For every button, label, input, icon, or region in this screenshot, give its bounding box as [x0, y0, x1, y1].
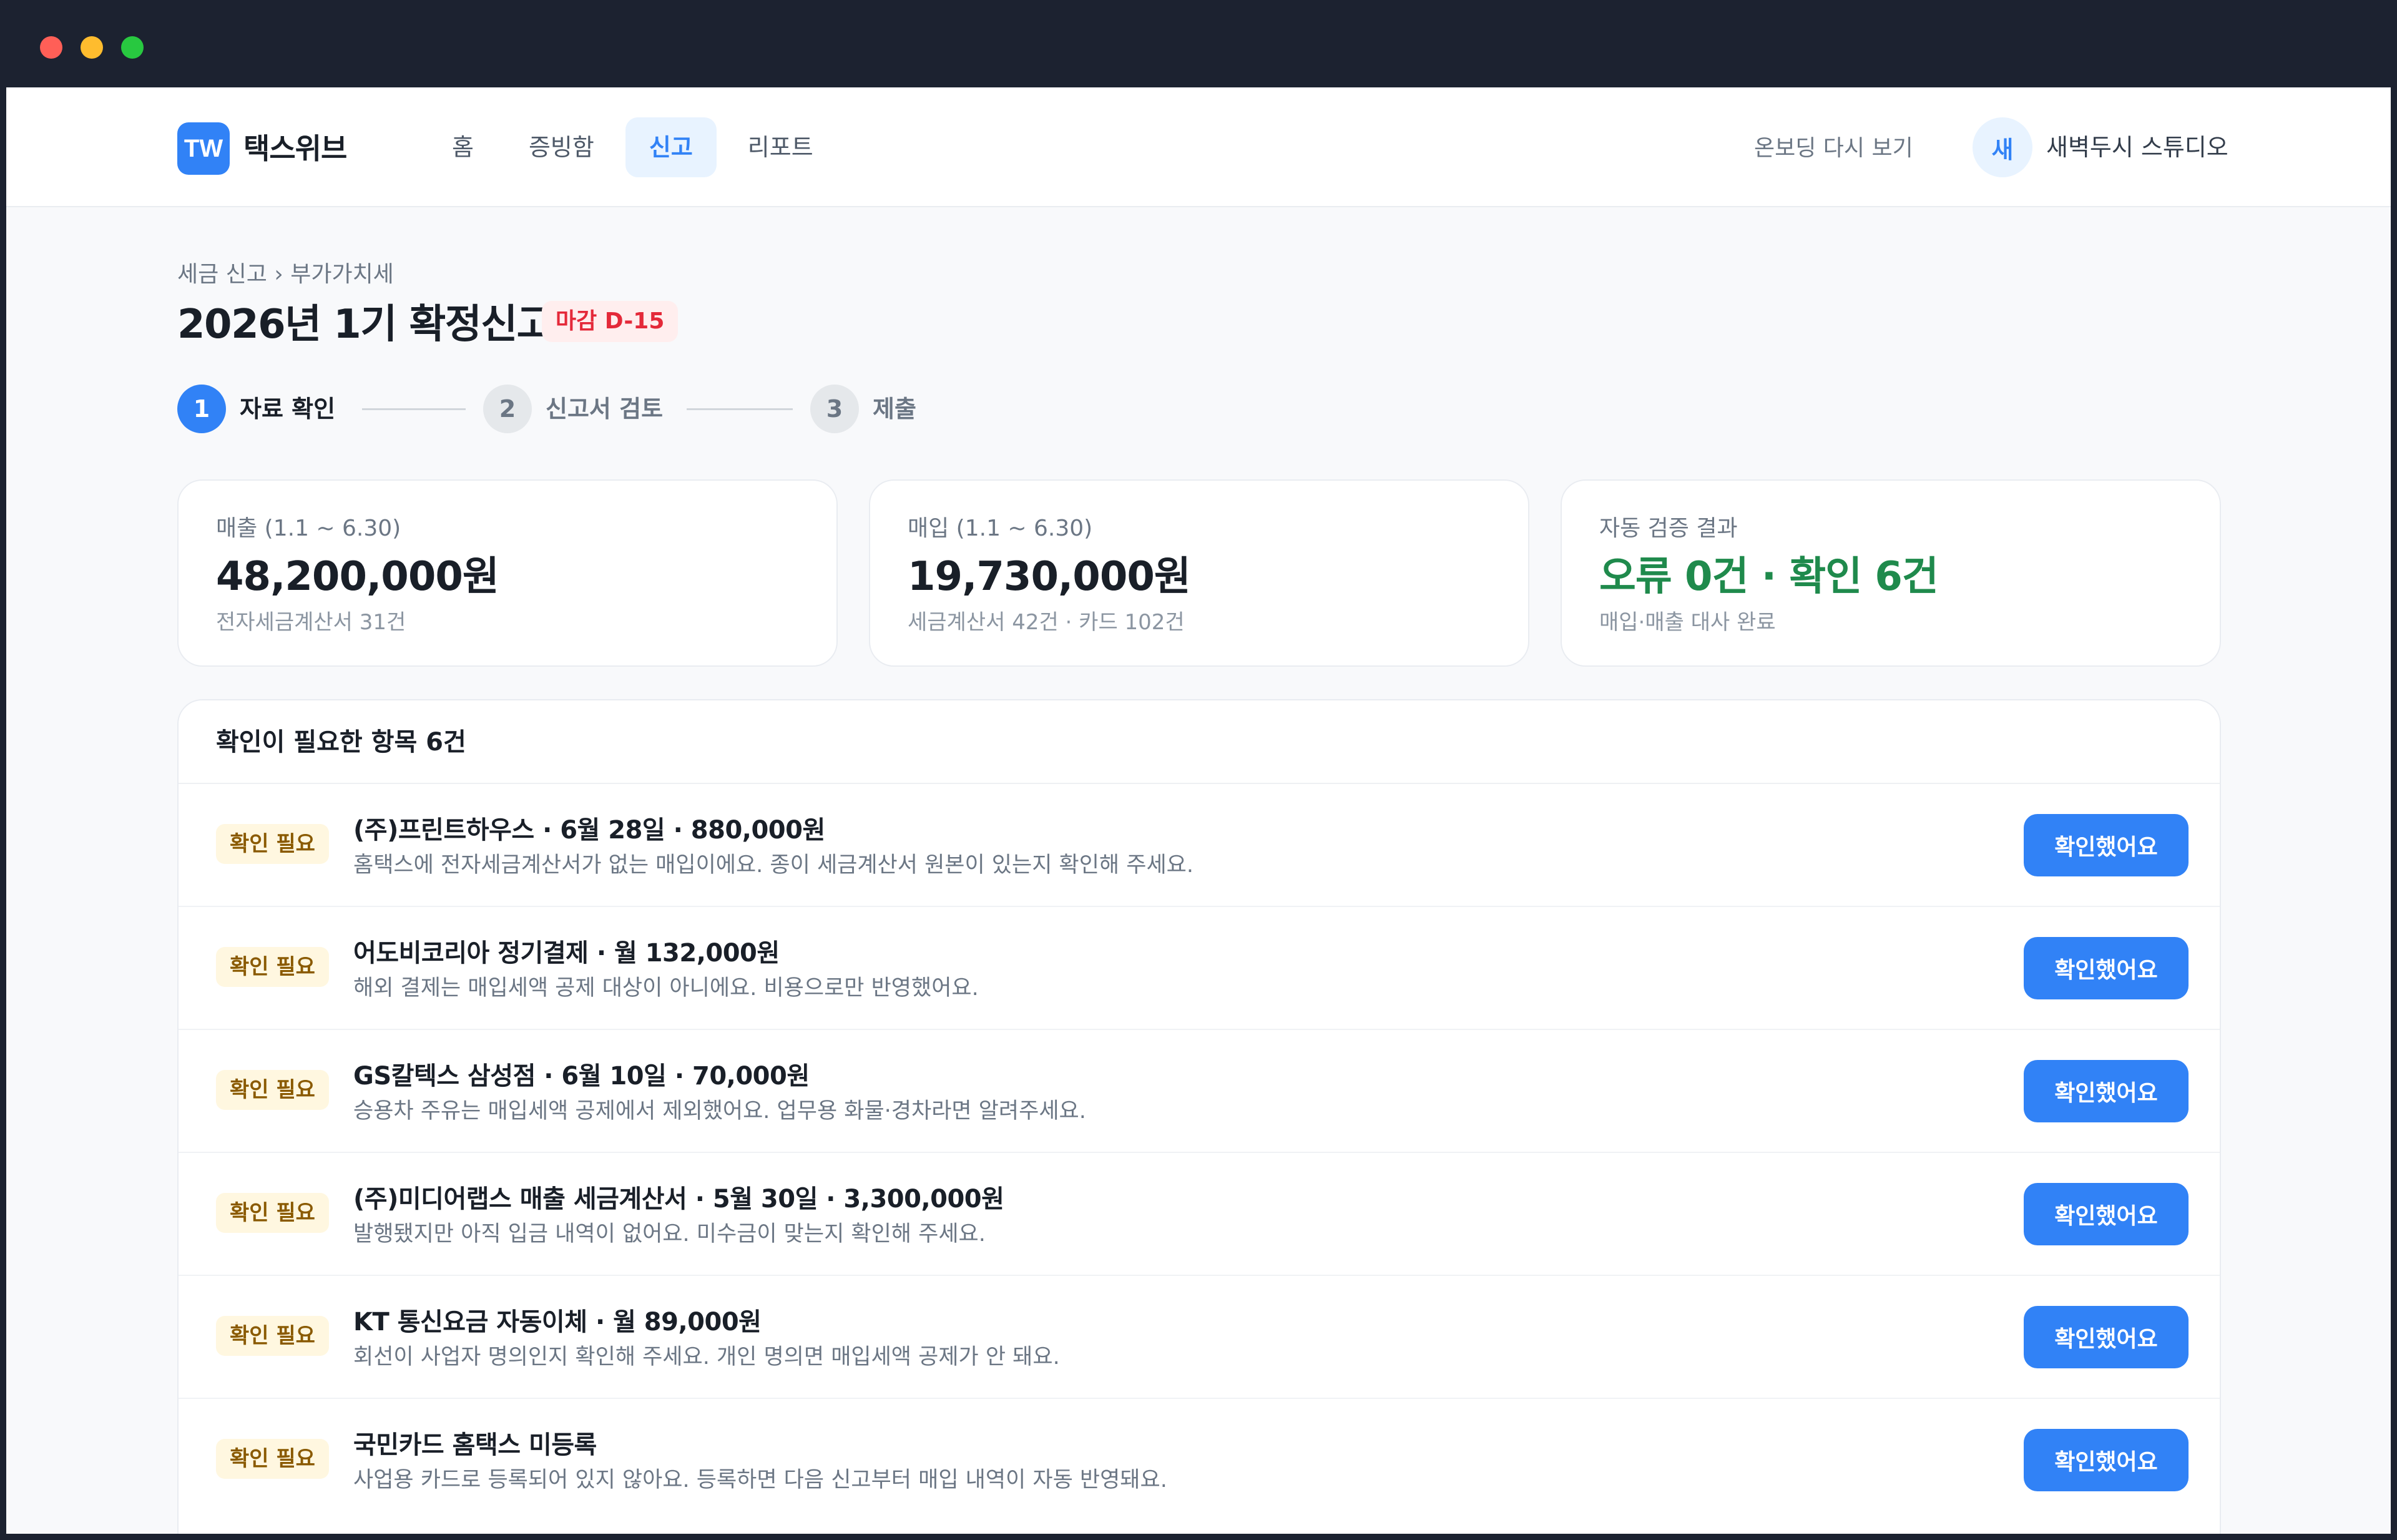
confirm-button[interactable]: 확인했어요	[2024, 937, 2189, 999]
deadline-badge: 마감 D-15	[542, 301, 679, 342]
step-3-label: 제출	[873, 395, 916, 423]
card-value: 오류 0건 · 확인 6건	[1599, 554, 1939, 600]
list-item: 확인 필요 (주)프린트하우스 · 6월 28일 · 880,000원 홈택스에…	[179, 784, 2220, 907]
card-subtext: 전자세금계산서 31건	[216, 610, 406, 635]
minimize-window-icon[interactable]	[81, 36, 103, 59]
app-header: TW 택스위브 홈 증빙함 신고 리포트 온보딩 다시 보기 새 새벽두시 스튜…	[6, 87, 2391, 207]
card-label: 매입 (1.1 ~ 6.30)	[908, 516, 1093, 541]
item-description: 홈택스에 전자세금계산서가 없는 매입이에요. 종이 세금계산서 원본이 있는지…	[353, 853, 1194, 878]
app-name[interactable]: 택스위브	[243, 126, 347, 171]
nav-item-filing[interactable]: 신고	[625, 117, 717, 177]
list-item: 확인 필요 (주)미디어랩스 매출 세금계산서 · 5월 30일 · 3,300…	[179, 1153, 2220, 1276]
list-item: 확인 필요 GS칼텍스 삼성점 · 6월 10일 · 70,000원 승용차 주…	[179, 1030, 2220, 1153]
review-items-panel: 확인이 필요한 항목 6건 확인 필요 (주)프린트하우스 · 6월 28일 ·…	[177, 699, 2221, 1534]
status-badge: 확인 필요	[216, 1070, 329, 1110]
validation-summary-card: 자동 검증 결과 오류 0건 · 확인 6건 매입·매출 대사 완료	[1561, 479, 2221, 667]
item-title: GS칼텍스 삼성점 · 6월 10일 · 70,000원	[353, 1062, 810, 1091]
avatar[interactable]: 새	[1973, 117, 2032, 177]
main-nav: 홈 증빙함 신고 리포트	[428, 117, 845, 177]
user-name[interactable]: 새벽두시 스튜디오	[2046, 127, 2228, 167]
breadcrumb[interactable]: 세금 신고 › 부가가치세	[177, 257, 394, 292]
item-description: 발행됐지만 아직 입금 내역이 없어요. 미수금이 맞는지 확인해 주세요.	[353, 1222, 986, 1247]
step-2-number: 2	[483, 385, 532, 433]
confirm-button[interactable]: 확인했어요	[2024, 1060, 2189, 1122]
card-value: 48,200,000원	[216, 554, 499, 600]
item-title: 국민카드 홈택스 미등록	[353, 1431, 597, 1459]
list-item: 확인 필요 KT 통신요금 자동이체 · 월 89,000원 회선이 사업자 명…	[179, 1276, 2220, 1399]
onboarding-replay-link[interactable]: 온보딩 다시 보기	[1754, 129, 1913, 169]
step-connector	[362, 408, 466, 410]
nav-item-report[interactable]: 리포트	[724, 117, 837, 177]
app-window: TW 택스위브 홈 증빙함 신고 리포트 온보딩 다시 보기 새 새벽두시 스튜…	[6, 87, 2391, 1534]
step-3-number: 3	[810, 385, 859, 433]
confirm-button[interactable]: 확인했어요	[2024, 1183, 2189, 1245]
card-subtext: 세금계산서 42건 · 카드 102건	[908, 610, 1185, 635]
status-badge: 확인 필요	[216, 1193, 329, 1233]
page-title: 2026년 1기 확정신고	[177, 302, 554, 348]
close-window-icon[interactable]	[40, 36, 62, 59]
step-1-number: 1	[177, 385, 226, 433]
confirm-button[interactable]: 확인했어요	[2024, 1429, 2189, 1491]
step-connector	[687, 408, 793, 410]
list-item: 확인 필요 어도비코리아 정기결제 · 월 132,000원 해외 결제는 매입…	[179, 907, 2220, 1030]
status-badge: 확인 필요	[216, 1439, 329, 1479]
item-title: 어도비코리아 정기결제 · 월 132,000원	[353, 939, 780, 968]
list-item: 확인 필요 국민카드 홈택스 미등록 사업용 카드로 등록되어 있지 않아요. …	[179, 1399, 2220, 1522]
nav-item-home[interactable]: 홈	[428, 117, 498, 177]
item-title: (주)미디어랩스 매출 세금계산서 · 5월 30일 · 3,300,000원	[353, 1185, 1004, 1214]
status-badge: 확인 필요	[216, 1316, 329, 1356]
step-1-label: 자료 확인	[240, 395, 336, 423]
item-description: 해외 결제는 매입세액 공제 대상이 아니에요. 비용으로만 반영했어요.	[353, 976, 979, 1001]
card-label: 자동 검증 결과	[1599, 516, 1738, 541]
card-subtext: 매입·매출 대사 완료	[1599, 610, 1776, 635]
confirm-button[interactable]: 확인했어요	[2024, 1306, 2189, 1368]
item-title: (주)프린트하우스 · 6월 28일 · 880,000원	[353, 816, 825, 845]
item-title: KT 통신요금 자동이체 · 월 89,000원	[353, 1308, 762, 1336]
status-badge: 확인 필요	[216, 947, 329, 987]
window-titlebar	[0, 0, 2397, 87]
confirm-button[interactable]: 확인했어요	[2024, 814, 2189, 876]
logo-icon[interactable]: TW	[177, 122, 230, 175]
panel-title: 확인이 필요한 항목 6건	[216, 728, 466, 757]
item-description: 사업용 카드로 등록되어 있지 않아요. 등록하면 다음 신고부터 매입 내역이…	[353, 1468, 1167, 1493]
step-2-label: 신고서 검토	[546, 395, 664, 423]
card-value: 19,730,000원	[908, 554, 1191, 600]
sales-summary-card: 매출 (1.1 ~ 6.30) 48,200,000원 전자세금계산서 31건	[177, 479, 838, 667]
item-description: 회선이 사업자 명의인지 확인해 주세요. 개인 명의면 매입세액 공제가 안 …	[353, 1345, 1060, 1370]
purchase-summary-card: 매입 (1.1 ~ 6.30) 19,730,000원 세금계산서 42건 · …	[869, 479, 1529, 667]
item-description: 승용차 주유는 매입세액 공제에서 제외했어요. 업무용 화물·경차라면 알려주…	[353, 1099, 1086, 1124]
maximize-window-icon[interactable]	[121, 36, 144, 59]
nav-item-evidence[interactable]: 증빙함	[505, 117, 618, 177]
card-label: 매출 (1.1 ~ 6.30)	[216, 516, 401, 541]
status-badge: 확인 필요	[216, 824, 329, 864]
